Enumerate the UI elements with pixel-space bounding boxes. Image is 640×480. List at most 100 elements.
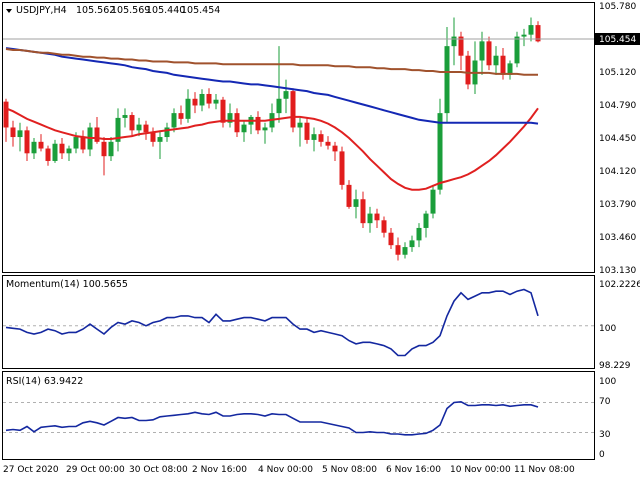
momentum-plot — [3, 288, 594, 357]
momentum-line — [5, 288, 539, 357]
candle-body — [108, 141, 114, 157]
candle-body — [346, 184, 352, 207]
candle-body — [213, 99, 219, 104]
momentum-tick: 102.2226 — [599, 280, 640, 290]
candle-body — [437, 113, 443, 190]
price-tick: 104.450 — [599, 134, 636, 144]
price-tick: 103.130 — [599, 266, 636, 276]
candle-body — [66, 148, 72, 154]
candle-body — [479, 41, 485, 61]
candle-body — [3, 101, 9, 128]
candle-body — [262, 127, 268, 131]
candle-body — [374, 213, 380, 221]
candle-body — [206, 93, 212, 104]
candle-body — [332, 145, 338, 152]
time-label: 11 Nov 08:00 — [514, 465, 575, 475]
price-plot — [3, 17, 541, 261]
candle-body — [311, 134, 317, 140]
candle-body — [500, 55, 506, 75]
price-tick: 103.460 — [599, 233, 636, 243]
momentum-tick: 98.229 — [599, 361, 631, 371]
candle-body — [241, 124, 247, 133]
time-label: 10 Nov 00:00 — [450, 465, 511, 475]
time-label: 2 Nov 16:00 — [192, 465, 247, 475]
current-price-label: 105.454 — [599, 35, 636, 45]
moving-average-fast-line — [5, 107, 539, 191]
rsi-tick: 30 — [599, 430, 611, 440]
candle-body — [24, 130, 30, 154]
candle-body — [521, 34, 527, 37]
candle-body — [290, 91, 296, 128]
candle-body — [430, 189, 436, 214]
candle-body — [325, 141, 331, 146]
time-label: 6 Nov 16:00 — [386, 465, 441, 475]
time-label: 4 Nov 00:00 — [258, 465, 313, 475]
candle-body — [283, 91, 289, 99]
candle-body — [388, 232, 394, 246]
candle-body — [514, 36, 520, 64]
candle-body — [38, 141, 44, 149]
candle-body — [416, 227, 422, 241]
ohlc-low: 105.440 — [146, 5, 185, 16]
candle-body — [402, 247, 408, 255]
candle-body — [129, 115, 135, 131]
candle-body — [157, 137, 163, 142]
candle-body — [220, 99, 226, 123]
candle-body — [493, 55, 499, 66]
candle-body — [185, 98, 191, 119]
candle-body — [199, 93, 205, 106]
candle-body — [423, 213, 429, 228]
rsi-label: RSI(14) 63.9422 — [6, 376, 83, 387]
price-tick: 104.790 — [599, 101, 636, 111]
candle-body — [297, 122, 303, 128]
candle-body — [171, 113, 177, 128]
candle-body — [101, 141, 107, 157]
candle-body — [122, 115, 128, 118]
time-label: 27 Oct 2020 — [3, 465, 59, 475]
candle-body — [143, 124, 149, 133]
rsi-tick: 0 — [599, 450, 605, 460]
candle-body — [10, 127, 16, 138]
candle-body — [73, 137, 79, 149]
moving-average-slow-line — [5, 48, 538, 76]
candle-body — [444, 46, 450, 114]
rsi-tick: 100 — [599, 377, 616, 387]
candle-body — [178, 113, 184, 119]
rsi-plot — [3, 400, 594, 436]
candle-body — [136, 124, 142, 131]
momentum-tick: 100 — [599, 324, 616, 334]
ohlc-close: 105.454 — [181, 5, 220, 16]
candle-body — [31, 141, 37, 154]
rsi-line — [5, 400, 539, 436]
price-tick: 105.780 — [599, 2, 636, 12]
price-tick: 103.790 — [599, 200, 636, 210]
ohlc-open: 105.562 — [76, 5, 115, 16]
candle-body — [52, 143, 58, 161]
candle-body — [360, 199, 366, 224]
candle-body — [381, 220, 387, 233]
time-label: 5 Nov 08:00 — [322, 465, 377, 475]
rsi-panel-frame — [2, 371, 595, 460]
time-label: 29 Oct 00:00 — [66, 465, 125, 475]
candle-body — [276, 98, 282, 114]
candle-body — [367, 213, 373, 224]
candle-body — [528, 25, 534, 35]
candle-body — [339, 151, 345, 185]
candle-body — [192, 98, 198, 106]
candle-body — [318, 134, 324, 142]
chart-canvas: USDJPY,H4 105.562 105.569 105.440 105.45… — [2, 2, 640, 475]
candle-body — [353, 199, 359, 207]
rsi-tick: 70 — [599, 397, 611, 407]
candle-body — [164, 127, 170, 138]
symbol-timeframe: USDJPY,H4 — [16, 5, 67, 16]
momentum-label: Momentum(14) 100.5655 — [6, 279, 128, 290]
time-label: 30 Oct 08:00 — [129, 465, 188, 475]
candle-body — [409, 240, 415, 248]
candle-body — [150, 132, 156, 142]
chevron-down-icon[interactable] — [6, 9, 12, 13]
candle-body — [59, 143, 65, 154]
price-tick: 105.120 — [599, 68, 636, 78]
candle-body — [451, 36, 457, 47]
candle-body — [45, 148, 51, 161]
price-tick: 104.120 — [599, 167, 636, 177]
